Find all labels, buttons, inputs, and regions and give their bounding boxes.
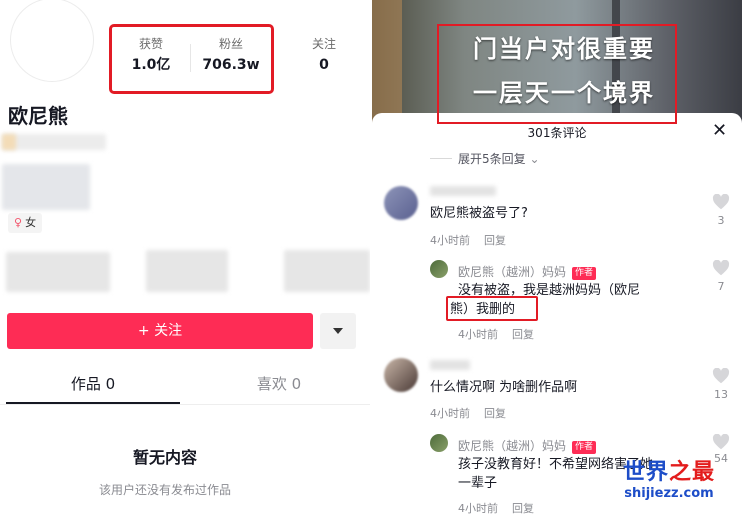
highlight-box	[437, 24, 677, 124]
blurred-comment-username	[430, 360, 470, 370]
like-count: 3	[717, 214, 725, 227]
comment-avatar[interactable]	[384, 358, 418, 392]
chevron-down-icon: ⌄	[529, 152, 540, 166]
highlight-box	[109, 24, 274, 94]
comment-user-row: 欧尼熊（越洲）妈妈 作者	[458, 435, 597, 454]
tab-active-indicator	[6, 402, 180, 404]
author-badge: 作者	[572, 441, 597, 454]
follow-button[interactable]: + 关注	[7, 313, 313, 349]
comment-time: 4小时前	[458, 328, 498, 341]
watermark-main: 世界	[622, 460, 669, 485]
comment-username[interactable]: 欧尼熊（越洲）妈妈	[458, 265, 566, 279]
blurred-id	[2, 134, 106, 150]
profile-username: 欧尼熊	[8, 104, 68, 128]
blurred-comment-username	[430, 186, 496, 196]
stat-following[interactable]: 关注 0	[284, 36, 364, 75]
comment-meta: 4小时前 回复	[430, 232, 520, 248]
chevron-down-icon	[333, 328, 343, 334]
comment-avatar[interactable]	[430, 260, 448, 278]
comment-user-row: 欧尼熊（越洲）妈妈 作者	[458, 261, 597, 280]
watermark-title: 世界之最	[604, 460, 734, 486]
tab-likes[interactable]: 喜欢 0	[194, 374, 364, 394]
comment-avatar[interactable]	[430, 434, 448, 452]
comment-meta: 4小时前 回复	[430, 405, 520, 421]
comment-time: 4小时前	[458, 502, 498, 515]
empty-subtitle: 该用户还没有发布过作品	[98, 483, 231, 497]
comment-text: 什么情况啊 为啥删作品啊	[430, 380, 578, 395]
site-watermark: 世界之最 shijiezz.com	[604, 460, 734, 502]
heart-icon[interactable]	[712, 368, 730, 384]
female-icon: ♀	[14, 216, 23, 229]
comment-text-line-2: 一辈子	[458, 476, 498, 491]
stat-following-value: 0	[319, 57, 329, 73]
reply-button[interactable]: 回复	[484, 234, 506, 247]
comment-username[interactable]: 欧尼熊（越洲）妈妈	[458, 439, 566, 453]
watermark-url: shijiezz.com	[624, 486, 714, 501]
video-comments-panel: 门当户对很重要 一层天一个境界 301条评论 ✕ 展开5条回复 ⌄ 欧尼熊被盗号…	[372, 0, 742, 518]
expand-replies-link[interactable]: 展开5条回复 ⌄	[458, 150, 540, 167]
blurred-id-accent	[2, 134, 16, 150]
profile-panel: 获赞 1.0亿 粉丝 706.3w 关注 0 欧尼熊 ♀ 女 + 关注 作品 0 …	[0, 0, 370, 518]
comment-meta: 4小时前 回复	[458, 326, 548, 342]
comment-time: 4小时前	[430, 234, 470, 247]
reply-button[interactable]: 回复	[484, 407, 506, 420]
close-icon[interactable]: ✕	[712, 120, 727, 141]
empty-title: 暂无内容	[132, 448, 197, 467]
comments-count-title: 301条评论	[527, 126, 587, 140]
reply-button[interactable]: 回复	[512, 328, 534, 341]
blurred-card-1	[6, 252, 110, 292]
author-badge: 作者	[572, 267, 597, 280]
comment-meta: 4小时前 回复	[458, 500, 548, 516]
heart-icon[interactable]	[712, 194, 730, 210]
blurred-bio	[2, 164, 90, 210]
heart-icon[interactable]	[712, 260, 730, 276]
like-count: 13	[714, 388, 728, 401]
more-dropdown-button[interactable]	[320, 313, 356, 349]
like-count: 7	[717, 280, 725, 293]
blurred-card-3	[284, 250, 370, 292]
avatar[interactable]	[10, 0, 94, 82]
reply-button[interactable]: 回复	[512, 502, 534, 515]
stat-following-label: 关注	[311, 37, 336, 51]
tab-works[interactable]: 作品 0	[8, 374, 178, 394]
tab-divider	[0, 404, 370, 405]
gender-label: 女	[25, 216, 37, 229]
comment-text: 欧尼熊被盗号了?	[430, 206, 528, 221]
expand-replies-label: 展开5条回复	[458, 152, 526, 166]
highlight-box	[446, 296, 538, 321]
blurred-card-2	[146, 250, 228, 292]
expand-divider	[430, 158, 452, 159]
gender-badge: ♀ 女	[8, 213, 43, 233]
comment-time: 4小时前	[430, 407, 470, 420]
comment-avatar[interactable]	[384, 186, 418, 220]
watermark-accent: 之最	[669, 460, 716, 485]
heart-icon[interactable]	[712, 434, 730, 450]
